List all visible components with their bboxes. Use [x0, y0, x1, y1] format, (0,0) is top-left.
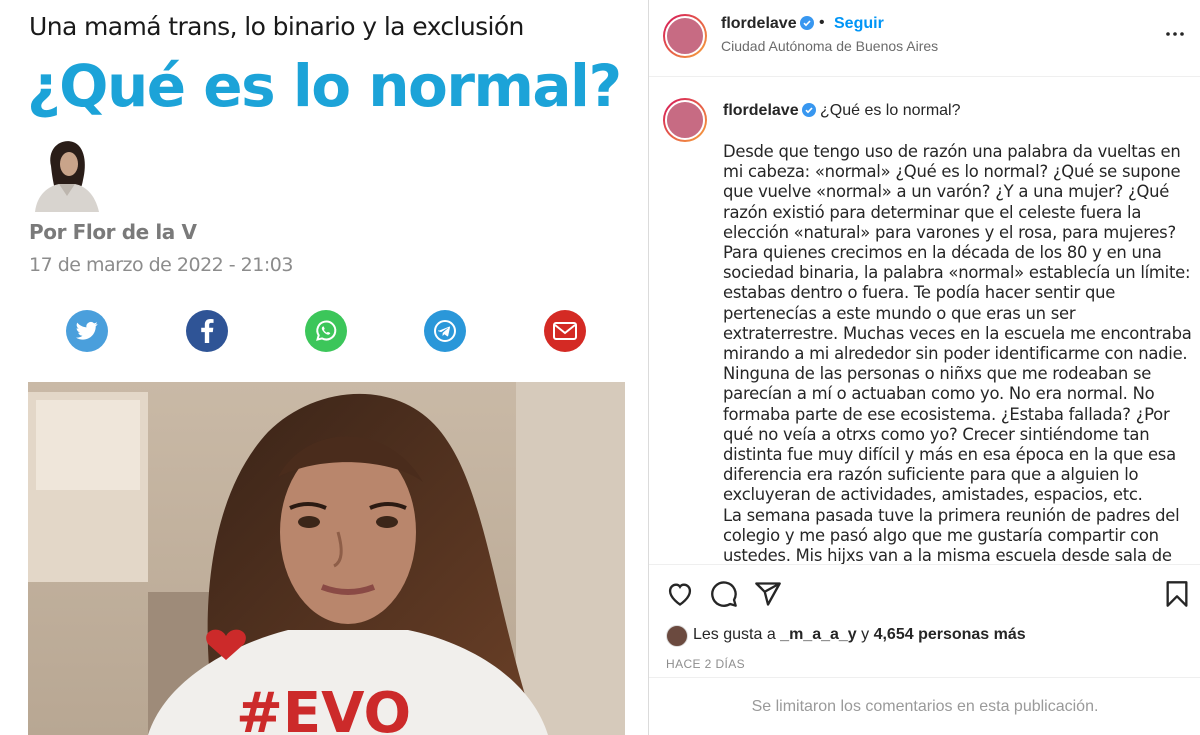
article-pane: Una mamá trans, lo binario y la exclusió…	[0, 0, 648, 735]
likes-prefix: Les gusta a	[693, 626, 781, 643]
post-header: flordelave • Seguir Ciudad Autónoma de B…	[649, 0, 1200, 77]
share-whatsapp-button[interactable]	[305, 310, 347, 352]
likes-count[interactable]: 4,654 personas más	[874, 626, 1026, 643]
more-icon[interactable]	[1163, 24, 1187, 44]
likes-summary: Les gusta a _m_a_a_y y 4,654 personas má…	[693, 626, 1026, 644]
caption-paragraph: Desde que tengo uso de razón una palabra…	[723, 142, 1181, 242]
bookmark-icon[interactable]	[1163, 580, 1191, 608]
twitter-icon	[76, 321, 98, 340]
instagram-post-pane: flordelave • Seguir Ciudad Autónoma de B…	[648, 0, 1200, 735]
caption-title: ¿Qué es lo normal?	[820, 102, 961, 119]
post-actions: Les gusta a _m_a_a_y y 4,654 personas má…	[649, 564, 1200, 676]
article-byline: Por Flor de la V	[29, 220, 197, 244]
post-location[interactable]: Ciudad Autónoma de Buenos Aires	[721, 38, 938, 54]
svg-text:#EVO: #EVO	[236, 681, 411, 735]
caption-username[interactable]: flordelave	[723, 102, 816, 120]
share-facebook-button[interactable]	[186, 310, 228, 352]
share-twitter-button[interactable]	[66, 310, 108, 352]
avatar[interactable]	[663, 14, 707, 58]
share-mail-button[interactable]	[544, 310, 586, 352]
mail-icon	[553, 322, 577, 340]
verified-icon	[801, 103, 816, 117]
separator-dot: •	[819, 14, 825, 31]
caption-paragraph: La semana pasada tuve la primera reunión…	[723, 505, 1180, 564]
article-date: 17 de marzo de 2022 - 21:03	[29, 254, 293, 276]
post-caption: flordelave ¿Qué es lo normal? Desde que …	[649, 78, 1200, 564]
author-photo	[29, 136, 105, 212]
facebook-icon	[201, 319, 214, 343]
heart-icon[interactable]	[666, 580, 694, 608]
article-headline: ¿Qué es lo normal?	[27, 52, 622, 120]
caption-paragraph: Para quienes crecimos en la década de lo…	[723, 243, 1192, 505]
share-icon[interactable]	[754, 580, 782, 608]
likes-user[interactable]: _m_a_a_y	[780, 626, 857, 643]
whatsapp-icon	[316, 320, 337, 341]
follow-button[interactable]: Seguir	[834, 15, 884, 33]
comment-icon[interactable]	[710, 580, 738, 608]
share-telegram-button[interactable]	[424, 310, 466, 352]
post-time: HACE 2 DÍAS	[666, 657, 746, 671]
article-hero-photo: #EVO	[28, 382, 625, 735]
comments-limited-notice: Se limitaron los comentarios en esta pub…	[649, 677, 1200, 735]
username-text[interactable]: flordelave	[721, 15, 797, 32]
article-kicker: Una mamá trans, lo binario y la exclusió…	[29, 12, 524, 41]
likes-mid: y	[856, 626, 874, 643]
liker-avatar[interactable]	[666, 625, 688, 647]
post-header-username[interactable]: flordelave	[721, 15, 814, 33]
caption-username-text[interactable]: flordelave	[723, 102, 799, 119]
caption-avatar[interactable]	[663, 98, 707, 142]
verified-icon	[799, 16, 814, 30]
caption-body: Desde que tengo uso de razón una palabra…	[723, 142, 1193, 564]
telegram-icon	[434, 320, 456, 342]
